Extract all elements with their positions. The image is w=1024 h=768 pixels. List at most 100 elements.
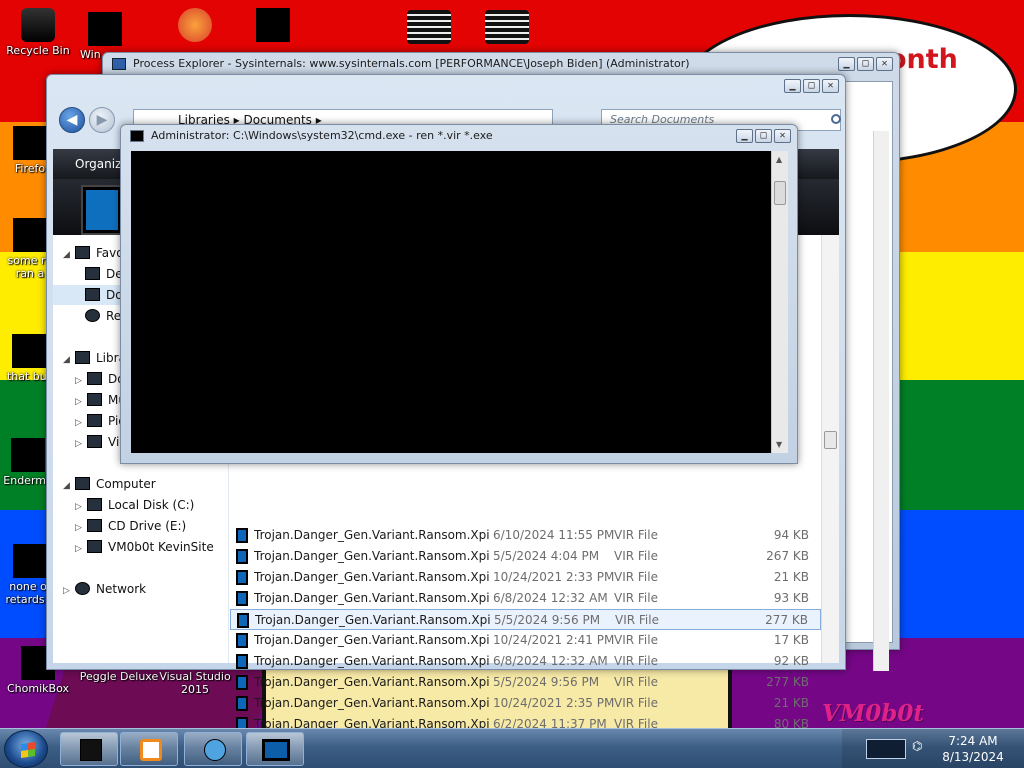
minimize-button[interactable]: ▁ [736,129,753,143]
file-type: VIR File [614,696,658,710]
clock[interactable]: 7:24 AM 8/13/2024 [926,733,1020,765]
cmd-window[interactable]: Administrator: C:\Windows\system32\cmd.e… [120,124,798,464]
desktop-icon-label: Peggle Deluxe [79,670,159,683]
nav-computer[interactable]: ◢ Computer [63,474,156,494]
close-button[interactable]: ✕ [774,129,791,143]
nav-label: Computer [96,477,156,491]
nav-favorites[interactable]: ◢ Favo [63,243,124,263]
taskbar: ⌬ 7:24 AM 8/13/2024 [0,728,1024,768]
console-output[interactable] [131,151,771,453]
file-row[interactable]: Trojan.Danger_Gen.Variant.Ransom.Xpir...… [230,630,821,651]
file-row[interactable]: Trojan.Danger_Gen.Variant.Ransom.Xpir...… [230,546,821,567]
hard-disk-icon [87,498,102,511]
vertical-scrollbar[interactable] [821,235,839,663]
collapse-icon: ▷ [75,502,82,512]
file-type: VIR File [614,549,658,563]
nav-recent[interactable]: Re [85,306,121,326]
close-button[interactable]: ✕ [822,79,839,93]
music-icon [87,393,102,406]
scroll-down-icon[interactable]: ▼ [776,440,782,449]
maximize-button[interactable]: □ [755,129,772,143]
vertical-scrollbar[interactable]: ▲ ▼ [771,151,788,453]
file-size: 21 KB [773,696,809,710]
desktop-icon-doc1[interactable] [402,10,456,46]
desktop-icon-app-top[interactable] [248,8,298,44]
file-row[interactable]: Trojan.Danger_Gen.Variant.Ransom.Xpir...… [230,672,821,693]
file-date: 5/5/2024 4:04 PM [493,549,600,563]
taskbar-button-cmd[interactable] [246,732,304,766]
back-button[interactable]: ◀ [59,107,85,133]
file-name: Trojan.Danger_Gen.Variant.Ransom.Xpir... [254,549,490,563]
title-bar[interactable]: Administrator: C:\Windows\system32\cmd.e… [121,125,797,147]
file-name: Trojan.Danger_Gen.Variant.Ransom.Xpir... [254,528,490,542]
maximize-button[interactable]: □ [857,57,874,71]
clock-time: 7:24 AM [948,734,998,748]
explorer-icon [80,739,102,761]
nav-kevinsite[interactable]: ▷ VM0b0t KevinSite [75,537,214,557]
expand-icon: ◢ [63,250,70,260]
vir-file-icon [236,528,248,543]
minimize-button[interactable]: ▁ [838,57,855,71]
pictures-icon [87,414,102,427]
cmd-icon [130,130,144,142]
forward-button[interactable]: ▶ [89,107,115,133]
file-size: 92 KB [773,654,809,668]
scrollbar-thumb[interactable] [774,181,786,205]
desktop-icon-visual-studio[interactable]: Visual Studio 2015 [156,670,234,696]
app-icon [256,8,290,42]
file-size: 277 KB [765,613,808,627]
nav-music[interactable]: ▷ Mu [75,390,126,410]
file-name: Trojan.Danger_Gen.Variant.Ransom.Xpir... [254,675,490,689]
title-bar[interactable]: ▁ □ ✕ [47,75,845,97]
media-player-icon [140,739,162,761]
taskbar-button-media-player[interactable] [120,732,178,766]
expand-icon: ◢ [63,481,70,491]
cmd-icon [262,739,290,761]
taskbar-button-search[interactable] [184,732,242,766]
search-icon[interactable] [831,114,841,124]
vir-file-icon [236,696,248,711]
nav-documents[interactable]: ▷ Do [75,369,125,389]
desktop-icon-firefox-top[interactable] [170,8,220,44]
tray-app-icon[interactable] [866,739,906,759]
file-icon [12,334,46,368]
minimize-button[interactable]: ▁ [784,79,801,93]
vertical-scrollbar[interactable] [873,131,889,671]
maximize-button[interactable]: □ [803,79,820,93]
file-name: Trojan.Danger_Gen.Variant.Ransom.Xpir... [255,613,491,627]
file-date: 10/24/2021 2:35 PM [493,696,615,710]
nav-cd-drive[interactable]: ▷ CD Drive (E:) [75,516,186,536]
collapse-icon: ▷ [75,439,82,449]
collapse-icon: ▷ [75,376,82,386]
cd-drive-icon [87,519,102,532]
desktop-icon-doc2[interactable] [480,10,534,46]
window-title: Administrator: C:\Windows\system32\cmd.e… [151,129,493,142]
nav-network[interactable]: ▷ Network [63,579,146,599]
file-date: 6/8/2024 12:32 AM [493,654,608,668]
scrollbar-thumb[interactable] [824,431,837,449]
file-icon [13,544,47,578]
scroll-up-icon[interactable]: ▲ [776,155,782,164]
nav-desktop[interactable]: De [85,264,123,284]
vir-file-icon [236,570,248,585]
clock-date: 8/13/2024 [942,750,1004,764]
file-row[interactable]: Trojan.Danger_Gen.Variant.Ransom.Xpir...… [230,588,821,609]
nav-local-disk[interactable]: ▷ Local Disk (C:) [75,495,194,515]
nav-libraries[interactable]: ◢ Libra [63,348,126,368]
firefox-icon [13,126,47,160]
file-size: 17 KB [773,633,809,647]
file-row[interactable]: Trojan.Danger_Gen.Variant.Ransom.Xpir...… [230,609,821,630]
taskbar-button-explorer[interactable] [60,732,118,766]
file-row[interactable]: Trojan.Danger_Gen.Variant.Ransom.Xpir...… [230,567,821,588]
close-button[interactable]: ✕ [876,57,893,71]
network-status-icon[interactable]: ⌬ [912,739,926,759]
window-title: Process Explorer - Sysinternals: www.sys… [133,57,690,70]
nav-pictures[interactable]: ▷ Pic [75,411,125,431]
file-row[interactable]: Trojan.Danger_Gen.Variant.Ransom.Xpir...… [230,693,821,714]
start-button[interactable] [4,730,48,768]
file-row[interactable]: Trojan.Danger_Gen.Variant.Ransom.Xpir...… [230,525,821,546]
vir-file-icon [236,654,248,669]
desktop-icon-peggle[interactable]: Peggle Deluxe [78,670,160,683]
title-bar[interactable]: Process Explorer - Sysinternals: www.sys… [103,53,899,75]
file-row[interactable]: Trojan.Danger_Gen.Variant.Ransom.Xpir...… [230,651,821,672]
